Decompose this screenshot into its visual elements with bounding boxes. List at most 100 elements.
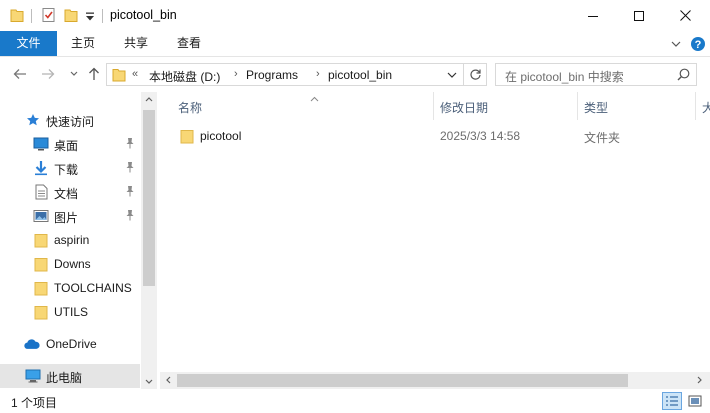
sort-ascending-icon: [310, 91, 319, 105]
navigation-pane: 快速访问 桌面 下载 文档 图片 aspirin Downs TOOLCHAIN…: [0, 92, 157, 389]
pin-icon[interactable]: [125, 137, 135, 152]
sidebar-item-label: 图片: [54, 211, 79, 225]
customize-toolbar-icon[interactable]: [85, 11, 95, 25]
refresh-button[interactable]: [464, 63, 487, 86]
search-icon[interactable]: [677, 68, 690, 84]
folder-icon: [33, 232, 49, 248]
title-divider: [102, 9, 103, 23]
properties-icon[interactable]: [41, 7, 57, 26]
sidebar-item-this-pc[interactable]: 此电脑: [0, 364, 140, 388]
cloud-icon: [24, 336, 40, 352]
expand-ribbon-icon[interactable]: [668, 36, 684, 52]
scroll-up-icon[interactable]: [145, 94, 153, 104]
column-label: 修改日期: [440, 101, 489, 115]
picture-icon: [33, 208, 49, 224]
tab-file[interactable]: 文件: [0, 31, 57, 56]
sidebar-item-label: UTILS: [54, 305, 89, 319]
column-label: 类型: [584, 101, 609, 115]
sidebar-item-downs[interactable]: Downs: [0, 252, 140, 276]
sidebar-item-label: 快速访问: [46, 115, 95, 129]
search-placeholder[interactable]: 在 picotool_bin 中搜索: [505, 68, 624, 85]
column-header-size[interactable]: 大: [696, 92, 710, 120]
sidebar-item-documents[interactable]: 文档: [0, 180, 140, 204]
sidebar-item-quick-access[interactable]: 快速访问: [0, 108, 140, 132]
minimize-button[interactable]: [570, 0, 616, 31]
download-icon: [33, 160, 49, 176]
breadcrumb-separator[interactable]: ›: [316, 68, 320, 80]
folder-icon: [33, 280, 49, 296]
sidebar-item-label: 此电脑: [46, 371, 83, 385]
status-bar: 1 个项目: [0, 389, 710, 413]
details-view-icon: [666, 396, 678, 406]
details-view-button[interactable]: [662, 392, 682, 410]
horizontal-scrollbar[interactable]: [160, 372, 710, 389]
pin-icon[interactable]: [125, 185, 135, 200]
breadcrumb-programs[interactable]: Programs: [246, 68, 298, 82]
document-icon: [33, 184, 49, 200]
navigation-bar: « 本地磁盘 (D:) › Programs › picotool_bin 在 …: [0, 57, 710, 92]
forward-button[interactable]: [40, 65, 56, 83]
sidebar-scrollbar[interactable]: [141, 92, 157, 389]
table-row[interactable]: picotool 2025/3/3 14:58 文件夹: [172, 125, 692, 147]
recent-locations-button[interactable]: [66, 65, 82, 83]
scroll-left-icon[interactable]: [165, 376, 171, 386]
star-icon: [25, 112, 41, 128]
pin-icon[interactable]: [125, 209, 135, 224]
new-folder-icon[interactable]: [64, 7, 78, 26]
maximize-button[interactable]: [616, 0, 662, 31]
window-title: picotool_bin: [110, 8, 177, 22]
tab-view[interactable]: 查看: [166, 31, 212, 56]
sidebar-item-pictures[interactable]: 图片: [0, 204, 140, 228]
search-box[interactable]: 在 picotool_bin 中搜索: [495, 63, 697, 86]
folder-icon: [33, 304, 49, 320]
sidebar-item-label: TOOLCHAINS: [54, 281, 132, 295]
column-header-date[interactable]: 修改日期: [434, 92, 578, 120]
sidebar-item-desktop[interactable]: 桌面: [0, 132, 140, 156]
tab-share[interactable]: 共享: [113, 31, 159, 56]
sidebar-item-label: aspirin: [54, 233, 90, 247]
breadcrumb-separator[interactable]: ›: [234, 68, 238, 80]
large-icons-view-button[interactable]: [685, 392, 705, 410]
breadcrumb-current[interactable]: picotool_bin: [328, 68, 392, 82]
desktop-icon: [33, 136, 49, 152]
folder-icon: [112, 67, 126, 85]
file-name[interactable]: picotool: [200, 129, 241, 143]
pin-icon[interactable]: [125, 161, 135, 176]
sidebar-item-label: Downs: [54, 257, 91, 271]
breadcrumb-drive[interactable]: 本地磁盘 (D:): [149, 68, 220, 85]
sidebar-item-label: OneDrive: [46, 337, 97, 351]
up-button[interactable]: [86, 65, 102, 83]
help-icon[interactable]: ?: [690, 36, 706, 52]
column-label: 名称: [178, 101, 203, 115]
close-button[interactable]: [662, 0, 708, 31]
refresh-icon: [469, 69, 481, 80]
sidebar-item-utils[interactable]: UTILS: [0, 300, 140, 324]
sidebar-item-label: 下载: [54, 163, 79, 177]
address-bar[interactable]: « 本地磁盘 (D:) › Programs › picotool_bin: [106, 63, 464, 86]
sidebar-scroll-thumb[interactable]: [143, 110, 155, 286]
folder-icon: [10, 7, 24, 26]
address-overflow[interactable]: «: [132, 68, 138, 80]
sidebar-item-label: 文档: [54, 187, 79, 201]
item-count: 1 个项目: [11, 396, 58, 410]
sidebar-item-onedrive[interactable]: OneDrive: [0, 332, 140, 356]
file-type: 文件夹: [584, 131, 621, 145]
folder-icon: [180, 128, 194, 147]
horizontal-scroll-thumb[interactable]: [177, 374, 628, 387]
address-dropdown-icon[interactable]: [447, 67, 457, 81]
large-icons-icon: [688, 395, 702, 407]
svg-text:?: ?: [695, 39, 702, 51]
folder-icon: [33, 256, 49, 272]
column-header-name[interactable]: 名称: [172, 92, 434, 120]
back-button[interactable]: [12, 65, 28, 83]
column-header-type[interactable]: 类型: [578, 92, 696, 120]
scroll-down-icon[interactable]: [145, 377, 153, 387]
tab-home[interactable]: 主页: [60, 31, 106, 56]
ribbon: 文件 主页 共享 查看 ?: [0, 31, 710, 57]
sidebar-item-aspirin[interactable]: aspirin: [0, 228, 140, 252]
title-divider: [31, 9, 32, 23]
scroll-right-icon[interactable]: [697, 376, 703, 386]
sidebar-item-label: 桌面: [54, 139, 79, 153]
sidebar-item-toolchains[interactable]: TOOLCHAINS: [0, 276, 140, 300]
sidebar-item-downloads[interactable]: 下载: [0, 156, 140, 180]
